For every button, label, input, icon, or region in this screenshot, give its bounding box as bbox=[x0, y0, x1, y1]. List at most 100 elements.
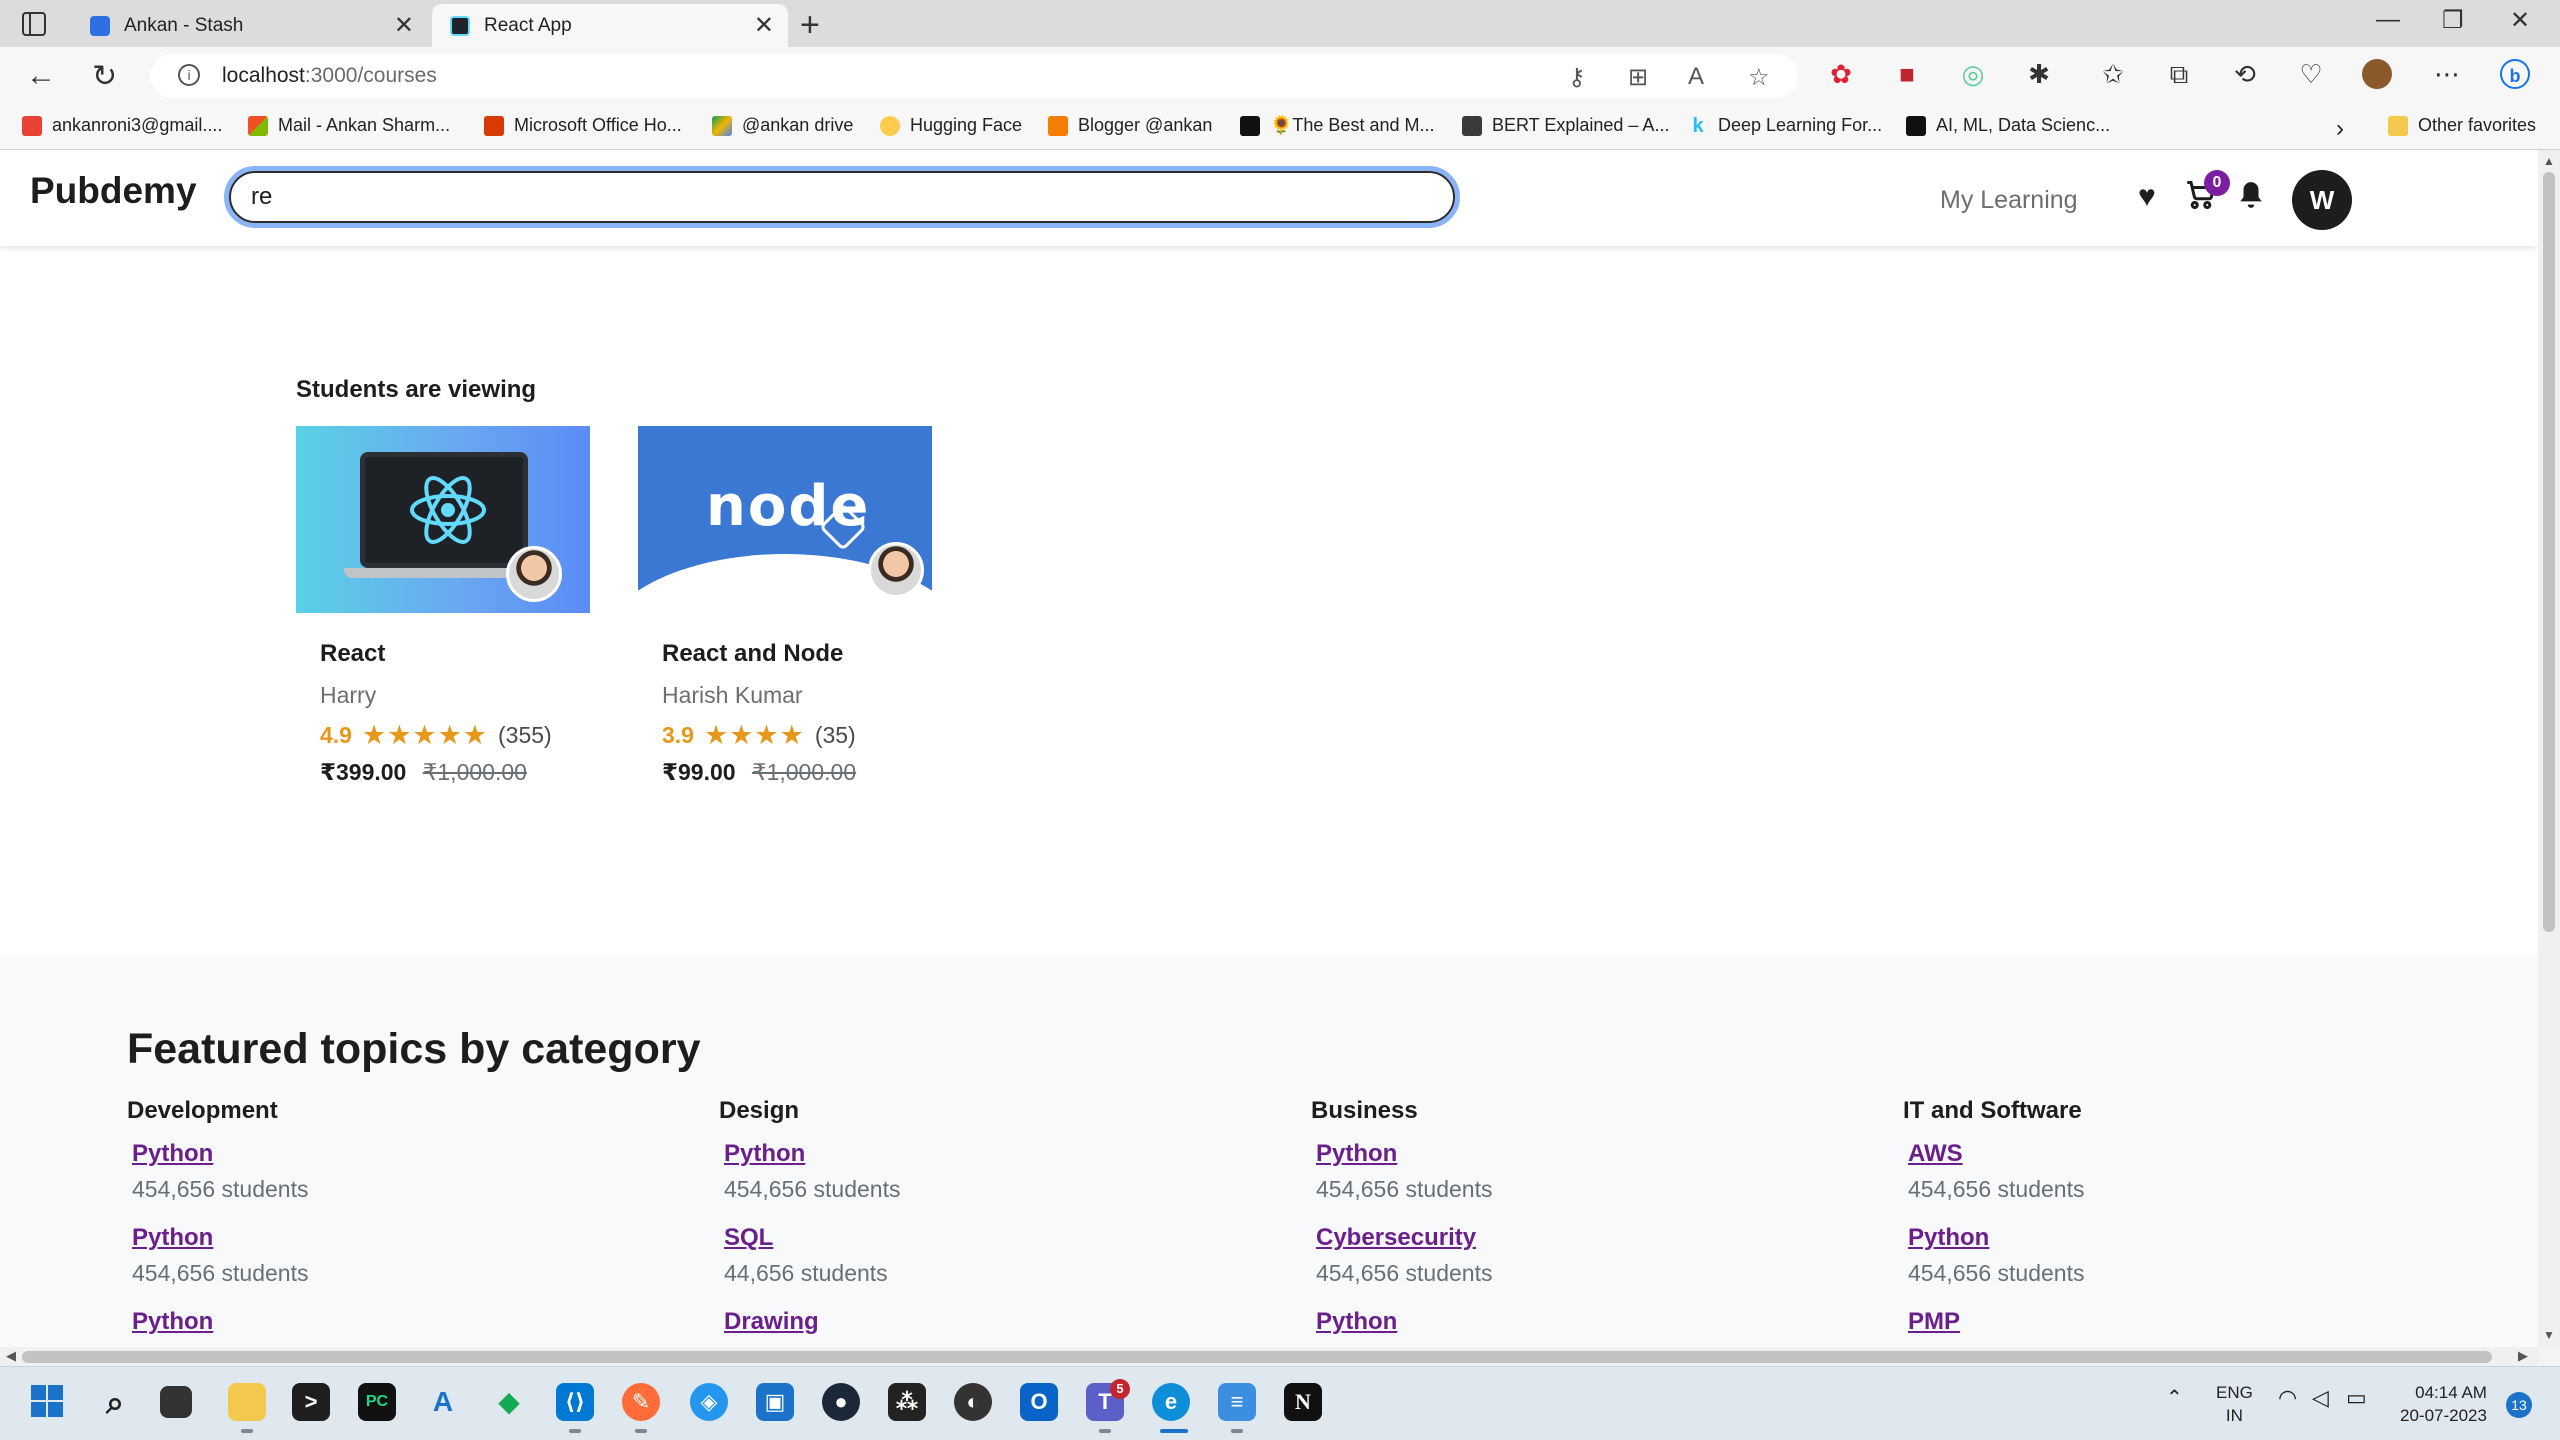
close-tab-icon[interactable]: ✕ bbox=[754, 11, 774, 40]
original-price: ₹1,000.00 bbox=[422, 759, 527, 785]
rating-value: 3.9 bbox=[662, 722, 694, 748]
read-aloud-icon[interactable]: A bbox=[1688, 63, 1704, 91]
search-icon[interactable]: ⌕ bbox=[96, 1383, 134, 1421]
back-icon[interactable]: ← bbox=[26, 59, 56, 93]
minimize-icon[interactable]: — bbox=[2376, 6, 2400, 34]
notification-bell-icon[interactable] bbox=[2238, 180, 2264, 218]
bookmark-bert[interactable]: BERT Explained – A... bbox=[1462, 115, 1669, 136]
close-window-icon[interactable]: ✕ bbox=[2510, 6, 2530, 35]
edge-browser-icon[interactable]: e bbox=[1152, 1383, 1190, 1421]
topic-link[interactable]: Cybersecurity bbox=[1316, 1221, 1871, 1255]
site-logo[interactable]: Pubdemy bbox=[30, 170, 197, 212]
topic-link[interactable]: Python bbox=[132, 1305, 687, 1339]
app-store-icon[interactable]: A bbox=[424, 1383, 462, 1421]
tab-actions-icon[interactable] bbox=[22, 12, 46, 36]
horizontal-scrollbar[interactable]: ◀ ▶ bbox=[0, 1347, 2538, 1366]
course-title[interactable]: React bbox=[320, 640, 385, 668]
steam-icon[interactable]: ● bbox=[822, 1383, 860, 1421]
more-bookmarks-chevron-icon[interactable]: › bbox=[2336, 115, 2344, 143]
user-avatar[interactable]: W bbox=[2292, 170, 2352, 230]
bookmark-mail[interactable]: Mail - Ankan Sharm... bbox=[248, 115, 450, 136]
show-hidden-icons-chevron-icon[interactable]: ⌃ bbox=[2166, 1385, 2183, 1410]
wishlist-heart-icon[interactable]: ♥ bbox=[2138, 180, 2156, 214]
close-tab-icon[interactable]: ✕ bbox=[394, 11, 414, 40]
stash-favicon-icon bbox=[90, 15, 110, 36]
file-explorer-icon[interactable] bbox=[228, 1383, 266, 1421]
app-available-icon[interactable]: ⊞ bbox=[1628, 63, 1648, 92]
battery-icon[interactable]: ▭ bbox=[2346, 1385, 2367, 1411]
course-thumbnail[interactable]: node bbox=[638, 426, 932, 613]
bookmark-blogger[interactable]: Blogger @ankan bbox=[1048, 115, 1212, 136]
vertical-scrollbar[interactable]: ▲ ▼ bbox=[2538, 150, 2560, 1347]
wifi-icon[interactable]: ◠ bbox=[2278, 1385, 2297, 1411]
notion-icon[interactable]: N bbox=[1284, 1383, 1322, 1421]
topic-link[interactable]: Python bbox=[1316, 1305, 1871, 1339]
color-extension-icon[interactable]: ✿ bbox=[1826, 59, 1856, 89]
site-info-icon[interactable]: i bbox=[178, 64, 200, 86]
scroll-up-icon[interactable]: ▲ bbox=[2543, 154, 2555, 168]
topic-link[interactable]: Python bbox=[1316, 1137, 1871, 1171]
vscode-icon[interactable]: ⟨⟩ bbox=[556, 1383, 594, 1421]
scroll-right-icon[interactable]: ▶ bbox=[2518, 1348, 2528, 1364]
input-language[interactable]: ENG IN bbox=[2216, 1381, 2253, 1427]
docker-icon[interactable]: ◈ bbox=[690, 1383, 728, 1421]
profile-avatar-icon[interactable] bbox=[2362, 59, 2392, 89]
bookmark-deep-learning[interactable]: k Deep Learning For... bbox=[1688, 115, 1882, 136]
task-view-icon[interactable] bbox=[160, 1386, 192, 1418]
more-menu-icon[interactable]: ⋯ bbox=[2432, 59, 2462, 89]
topic-link[interactable]: Drawing bbox=[724, 1305, 1279, 1339]
davinci-icon[interactable]: ⁂ bbox=[888, 1383, 926, 1421]
start-windows-icon[interactable] bbox=[28, 1383, 66, 1421]
pycharm-icon[interactable]: PC bbox=[358, 1383, 396, 1421]
topic-link[interactable]: Python bbox=[132, 1137, 687, 1171]
scroll-left-icon[interactable]: ◀ bbox=[6, 1348, 16, 1364]
course-thumbnail[interactable] bbox=[296, 426, 590, 613]
mongodb-icon[interactable]: ◆ bbox=[490, 1383, 528, 1421]
postman-icon[interactable]: ✎ bbox=[622, 1383, 660, 1421]
favorite-star-icon[interactable]: ☆ bbox=[1748, 63, 1770, 92]
remote-desktop-icon[interactable]: ▣ bbox=[756, 1383, 794, 1421]
password-key-icon[interactable]: ⚷ bbox=[1568, 63, 1586, 92]
tab-ankan-stash[interactable]: Ankan - Stash ✕ bbox=[72, 4, 428, 47]
topic-link[interactable]: SQL bbox=[724, 1221, 1279, 1255]
volume-icon[interactable]: ◁ bbox=[2312, 1385, 2329, 1411]
scroll-down-icon[interactable]: ▼ bbox=[2543, 1328, 2555, 1342]
obs-icon[interactable]: ◐ bbox=[954, 1383, 992, 1421]
topic-link[interactable]: Python bbox=[724, 1137, 1279, 1171]
bookmark-medium[interactable]: 🌻The Best and M... bbox=[1240, 115, 1434, 136]
bookmark-other-favorites[interactable]: Other favorites bbox=[2388, 115, 2536, 136]
reload-icon[interactable]: ↻ bbox=[92, 59, 117, 94]
address-bar[interactable]: i localhost:3000/courses ⚷ ⊞ A ☆ bbox=[150, 54, 1798, 98]
bing-copilot-icon[interactable]: b bbox=[2500, 59, 2530, 89]
extensions-puzzle-icon[interactable]: ✱ bbox=[2024, 59, 2054, 89]
clock[interactable]: 04:14 AM 20-07-2023 bbox=[2400, 1381, 2487, 1427]
restore-icon[interactable]: ❐ bbox=[2442, 6, 2464, 35]
topic-link[interactable]: PMP bbox=[1908, 1305, 2463, 1339]
bookmark-office[interactable]: Microsoft Office Ho... bbox=[484, 115, 682, 136]
search-input[interactable]: re bbox=[224, 166, 1460, 228]
bookmark-ai-ml[interactable]: AI, ML, Data Scienc... bbox=[1906, 115, 2110, 136]
performance-icon[interactable]: ♡ bbox=[2296, 59, 2326, 89]
new-tab-icon[interactable]: + bbox=[800, 6, 820, 45]
collections-icon[interactable]: ⧉ bbox=[2164, 59, 2194, 89]
bookmark-gmail[interactable]: ankanroni3@gmail.... bbox=[22, 115, 222, 136]
topic-link[interactable]: AWS bbox=[1908, 1137, 2463, 1171]
notification-count-badge[interactable]: 13 bbox=[2506, 1392, 2532, 1418]
notepad-icon[interactable]: ≡ bbox=[1218, 1383, 1256, 1421]
course-title[interactable]: React and Node bbox=[662, 640, 843, 668]
terminal-icon[interactable]: > bbox=[292, 1383, 330, 1421]
extension-red-icon[interactable]: ■ bbox=[1892, 59, 1922, 89]
outlook-icon[interactable]: O bbox=[1020, 1383, 1058, 1421]
history-icon[interactable]: ⟲ bbox=[2230, 59, 2260, 89]
topic-link[interactable]: Python bbox=[132, 1221, 687, 1255]
horizontal-scroll-thumb[interactable] bbox=[22, 1351, 2492, 1363]
bookmark-hugging-face[interactable]: Hugging Face bbox=[880, 115, 1022, 136]
topic-link[interactable]: Python bbox=[1908, 1221, 2463, 1255]
url-text[interactable]: localhost:3000/courses bbox=[222, 64, 437, 88]
bookmark-drive[interactable]: @ankan drive bbox=[712, 115, 853, 136]
favorites-icon[interactable]: ✩ bbox=[2098, 59, 2128, 89]
tab-react-app[interactable]: React App ✕ bbox=[432, 4, 788, 47]
my-learning-link[interactable]: My Learning bbox=[1940, 186, 2078, 215]
extension-green-icon[interactable]: ◎ bbox=[1958, 59, 1988, 89]
vertical-scroll-thumb[interactable] bbox=[2543, 172, 2555, 932]
